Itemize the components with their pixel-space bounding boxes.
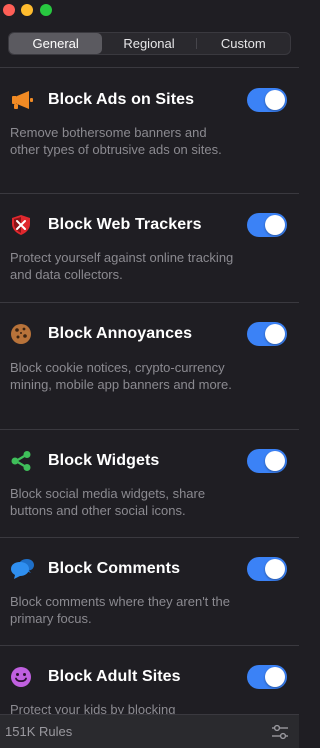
toggle-block-trackers[interactable] (247, 213, 287, 237)
toggle-block-ads[interactable] (247, 88, 287, 112)
toggle-knob (265, 559, 285, 579)
tab-regional[interactable]: Regional (102, 33, 195, 54)
item-description: Block cookie notices, crypto-currency mi… (10, 360, 232, 392)
item-title: Block Adult Sites (48, 668, 181, 685)
feature-list: Block Ads on Sites Remove bothersome ban… (0, 67, 299, 736)
item-description: Block comments where they aren't the pri… (10, 594, 230, 626)
item-title: Block Widgets (48, 452, 160, 469)
item-header: Block Widgets (10, 450, 159, 472)
toggle-block-annoyances[interactable] (247, 322, 287, 346)
toggle-knob (265, 451, 285, 471)
item-header: Block Web Trackers (10, 214, 202, 236)
toggle-knob (265, 667, 285, 687)
status-footer: 151K Rules (0, 714, 299, 748)
comment-bubbles-icon (10, 558, 38, 580)
item-header: Block Annoyances (10, 323, 192, 345)
list-item-block-comments: Block Comments Block comments where they… (0, 538, 299, 645)
sliders-icon[interactable] (271, 723, 289, 741)
toggle-block-comments[interactable] (247, 557, 287, 581)
item-header: Block Ads on Sites (10, 89, 194, 111)
toggle-knob (265, 215, 285, 235)
list-item-block-widgets: Block Widgets Block social media widgets… (0, 430, 299, 537)
item-title: Block Ads on Sites (48, 91, 195, 108)
item-header: Block Adult Sites (10, 666, 181, 688)
list-item-block-trackers: Block Web Trackers Protect yourself agai… (0, 194, 299, 302)
minimize-window-button[interactable] (21, 4, 33, 16)
close-window-button[interactable] (3, 4, 15, 16)
smiley-icon (10, 666, 38, 688)
tab-general[interactable]: General (9, 33, 103, 54)
item-description: Remove bothersome banners and other type… (10, 125, 222, 157)
tab-custom[interactable]: Custom (197, 33, 290, 54)
item-title: Block Annoyances (48, 325, 193, 342)
rules-count: 151K Rules (5, 724, 73, 739)
item-title: Block Comments (48, 560, 181, 577)
list-item-block-annoyances: Block Annoyances Block cookie notices, c… (0, 303, 299, 429)
shield-icon (10, 214, 38, 236)
toggle-block-adult-sites[interactable] (247, 665, 287, 689)
share-icon (10, 450, 38, 472)
maximize-window-button[interactable] (40, 4, 52, 16)
toggle-block-widgets[interactable] (247, 449, 287, 473)
item-description: Block social media widgets, share button… (10, 486, 206, 518)
toggle-knob (265, 90, 285, 110)
tab-bar: General Regional Custom (8, 32, 291, 55)
item-title: Block Web Trackers (48, 216, 202, 233)
megaphone-icon (10, 89, 38, 111)
cookie-icon (10, 323, 38, 345)
list-item-block-ads: Block Ads on Sites Remove bothersome ban… (0, 68, 299, 193)
toggle-knob (265, 324, 285, 344)
window-titlebar (0, 0, 299, 22)
item-header: Block Comments (10, 558, 180, 580)
item-description: Protect yourself against online tracking… (10, 250, 234, 282)
